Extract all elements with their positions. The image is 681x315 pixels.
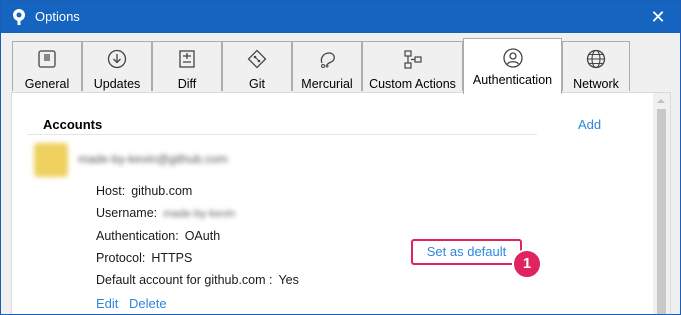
authentication-panel: Accounts Add made-by-kevin@github.com Ho… bbox=[11, 92, 671, 314]
tab-label: Authentication bbox=[472, 73, 553, 87]
add-account-link[interactable]: Add bbox=[578, 117, 601, 132]
tab-git[interactable]: Git bbox=[222, 41, 292, 91]
flow-icon bbox=[403, 50, 422, 69]
protocol-value: HTTPS bbox=[151, 251, 193, 265]
title-bar: Options ✕ bbox=[1, 1, 680, 33]
user-icon bbox=[502, 48, 523, 68]
sourcetree-icon bbox=[13, 9, 25, 25]
tab-label: Network bbox=[573, 77, 619, 91]
scroll-up-icon[interactable] bbox=[657, 99, 665, 103]
host-row: Host: github.com bbox=[96, 184, 192, 198]
default-account-value: Yes bbox=[278, 273, 299, 287]
edit-link[interactable]: Edit bbox=[96, 296, 118, 311]
username-value: made-by-kevin bbox=[163, 208, 236, 220]
tab-label: Custom Actions bbox=[369, 77, 456, 91]
protocol-row: Protocol: HTTPS bbox=[96, 251, 192, 265]
scroll-thumb[interactable] bbox=[657, 109, 666, 314]
authentication-value: OAuth bbox=[184, 229, 221, 243]
vertical-scrollbar[interactable] bbox=[653, 93, 670, 314]
close-icon[interactable]: ✕ bbox=[648, 7, 668, 27]
set-as-default-link[interactable]: Set as default bbox=[411, 239, 522, 265]
default-account-label: Default account for github.com : bbox=[96, 273, 273, 287]
tab-general[interactable]: General bbox=[12, 41, 82, 91]
toggle-icon bbox=[38, 50, 56, 68]
tab-updates[interactable]: Updates bbox=[82, 41, 152, 91]
username-label: Username: bbox=[96, 206, 158, 220]
account-name: made-by-kevin@github.com bbox=[78, 152, 228, 166]
protocol-label: Protocol: bbox=[96, 251, 146, 265]
avatar bbox=[34, 143, 68, 177]
client-area: General Updates Diff Git Mercurial Custo… bbox=[1, 33, 680, 314]
host-label: Host: bbox=[96, 184, 126, 198]
host-value: github.com bbox=[131, 184, 193, 198]
tab-network[interactable]: Network bbox=[562, 41, 630, 91]
globe-icon bbox=[586, 49, 606, 69]
authentication-label: Authentication: bbox=[96, 229, 179, 243]
tab-diff[interactable]: Diff bbox=[152, 41, 222, 91]
tab-label: Updates bbox=[93, 77, 141, 91]
tab-label: Diff bbox=[177, 77, 197, 91]
tab-label: General bbox=[24, 77, 70, 91]
options-window: Options ✕ General Updates Diff Git Mercu… bbox=[0, 0, 681, 315]
authentication-row: Authentication: OAuth bbox=[96, 229, 220, 243]
tab-mercurial[interactable]: Mercurial bbox=[292, 41, 362, 91]
tab-custom-actions[interactable]: Custom Actions bbox=[362, 41, 463, 91]
git-icon bbox=[247, 49, 267, 69]
callout-badge: 1 bbox=[512, 249, 542, 279]
mercurial-icon bbox=[320, 52, 335, 68]
default-account-row: Default account for github.com : Yes bbox=[96, 273, 299, 287]
diff-icon bbox=[179, 50, 195, 68]
delete-link[interactable]: Delete bbox=[129, 296, 167, 311]
divider bbox=[27, 134, 537, 135]
window-title: Options bbox=[35, 9, 80, 24]
username-row: Username: made-by-kevin bbox=[96, 206, 235, 220]
tab-label: Git bbox=[249, 77, 265, 91]
tab-authentication[interactable]: Authentication bbox=[463, 38, 562, 94]
accounts-heading: Accounts bbox=[43, 117, 103, 132]
download-icon bbox=[107, 49, 127, 69]
tab-label: Mercurial bbox=[301, 77, 353, 91]
